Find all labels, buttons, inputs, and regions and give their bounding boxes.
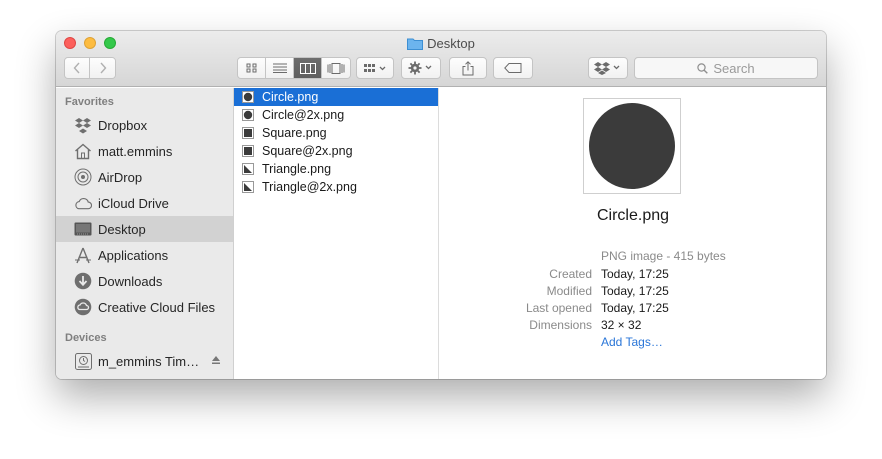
- column-view-button[interactable]: [294, 58, 322, 78]
- file-name: Triangle.png: [262, 162, 332, 176]
- time-machine-icon: [74, 352, 92, 370]
- arrange-icon: [364, 64, 386, 72]
- square-file-icon: [242, 127, 254, 139]
- file-row[interactable]: Triangle.png: [234, 160, 438, 178]
- circle-file-icon: [242, 91, 254, 103]
- column-view-icon: [299, 62, 316, 74]
- icon-view-icon: [246, 63, 256, 73]
- back-forward-control: [64, 57, 116, 79]
- sidebar-item-label: iCloud Drive: [98, 195, 169, 211]
- meta-value-created: Today, 17:25: [601, 267, 669, 281]
- share-button[interactable]: [449, 57, 487, 79]
- meta-label-dimensions: Dimensions: [529, 318, 592, 332]
- preview-filename: Circle.png: [596, 207, 670, 224]
- icon-view-button[interactable]: [238, 58, 266, 78]
- airdrop-icon: [74, 168, 92, 186]
- downloads-icon: [74, 272, 92, 290]
- file-name: Square@2x.png: [262, 144, 353, 158]
- meta-value-last-opened: Today, 17:25: [601, 301, 669, 315]
- circle-image: [589, 103, 675, 189]
- sidebar-item-home[interactable]: matt.emmins: [56, 138, 233, 164]
- sidebar: Favorites Dropbox matt.emmins AirDrop iC…: [56, 88, 234, 379]
- favorites-header: Favorites: [65, 96, 114, 108]
- square-file-icon: [242, 145, 254, 157]
- applications-icon: [74, 246, 92, 264]
- file-row[interactable]: Circle@2x.png: [234, 106, 438, 124]
- triangle-file-icon: [242, 163, 254, 175]
- dropbox-icon: [74, 116, 92, 134]
- sidebar-item-label: Desktop: [98, 221, 146, 237]
- search-icon: [697, 62, 709, 74]
- sidebar-item-downloads[interactable]: Downloads: [56, 268, 233, 294]
- sidebar-item-dropbox[interactable]: Dropbox: [56, 112, 233, 138]
- cloud-icon: [74, 194, 92, 212]
- add-tags-link[interactable]: Add Tags…: [601, 335, 663, 349]
- meta-value-modified: Today, 17:25: [601, 284, 669, 298]
- meta-label-last-opened: Last opened: [525, 301, 592, 315]
- sidebar-item-creative-cloud[interactable]: Creative Cloud Files: [56, 294, 233, 320]
- search-field[interactable]: Search: [634, 57, 818, 79]
- file-name: Circle@2x.png: [262, 108, 345, 122]
- circle-file-icon: [242, 109, 254, 121]
- meta-label-modified: Modified: [546, 284, 592, 298]
- file-name: Circle.png: [262, 90, 319, 104]
- sidebar-item-label: Dropbox: [98, 117, 148, 133]
- dropbox-button[interactable]: [588, 57, 628, 79]
- sidebar-item-icloud[interactable]: iCloud Drive: [56, 190, 233, 216]
- sidebar-item-airdrop[interactable]: AirDrop: [56, 164, 233, 190]
- forward-button[interactable]: [90, 58, 115, 78]
- meta-label-created: Created: [549, 267, 592, 281]
- creative-cloud-icon: [74, 298, 92, 316]
- file-name: Square.png: [262, 126, 327, 140]
- sidebar-item-time-machine[interactable]: m_emmins Tim…: [56, 348, 233, 374]
- sidebar-item-label: Downloads: [98, 273, 163, 289]
- action-gear-icon: [408, 61, 432, 75]
- share-icon: [462, 60, 474, 75]
- sidebar-item-desktop[interactable]: Desktop: [56, 216, 233, 242]
- file-row[interactable]: Triangle@2x.png: [234, 178, 438, 196]
- action-button[interactable]: [401, 57, 441, 79]
- list-view-icon: [272, 63, 287, 73]
- tag-button[interactable]: [493, 57, 533, 79]
- sidebar-item-applications[interactable]: Applications: [56, 242, 233, 268]
- file-row[interactable]: Circle.png: [234, 88, 438, 106]
- window-title: Desktop: [56, 35, 826, 51]
- eject-icon[interactable]: [211, 355, 221, 365]
- folder-icon: [407, 38, 424, 50]
- cover-flow-icon: [327, 62, 345, 74]
- sidebar-item-label: m_emmins Tim…: [98, 353, 200, 369]
- forward-icon: [99, 62, 106, 74]
- file-row[interactable]: Square@2x.png: [234, 142, 438, 160]
- devices-header: Devices: [65, 332, 107, 344]
- cover-flow-button[interactable]: [322, 58, 350, 78]
- desktop-icon: [74, 220, 92, 238]
- file-row[interactable]: Square.png: [234, 124, 438, 142]
- sidebar-item-label: matt.emmins: [98, 143, 173, 159]
- home-icon: [74, 142, 92, 160]
- sidebar-item-label: AirDrop: [98, 169, 143, 185]
- triangle-file-icon: [242, 181, 254, 193]
- search-placeholder: Search: [713, 60, 755, 76]
- sidebar-item-label: Creative Cloud Files: [98, 299, 216, 315]
- back-icon: [73, 62, 80, 74]
- tag-icon: [504, 63, 522, 73]
- finder-window: Desktop Search Favorites Dropbox matt.em…: [56, 31, 826, 379]
- toolbar: Desktop Search: [56, 31, 826, 87]
- file-name: Triangle@2x.png: [262, 180, 357, 194]
- view-mode-control: [237, 57, 351, 79]
- file-column: Circle.png Circle@2x.png Square.png Squa…: [234, 88, 439, 379]
- back-button[interactable]: [65, 58, 90, 78]
- dropbox-icon: [594, 62, 620, 75]
- window-title-text: Desktop: [427, 35, 475, 51]
- arrange-button[interactable]: [356, 57, 394, 79]
- list-view-button[interactable]: [266, 58, 294, 78]
- preview-kind: PNG image - 415 bytes: [601, 249, 726, 263]
- preview-pane: Circle.png PNG image - 415 bytes Created…: [440, 88, 826, 379]
- meta-value-dimensions: 32 × 32: [601, 318, 642, 332]
- preview-thumbnail: [583, 98, 681, 194]
- sidebar-item-label: Applications: [98, 247, 169, 263]
